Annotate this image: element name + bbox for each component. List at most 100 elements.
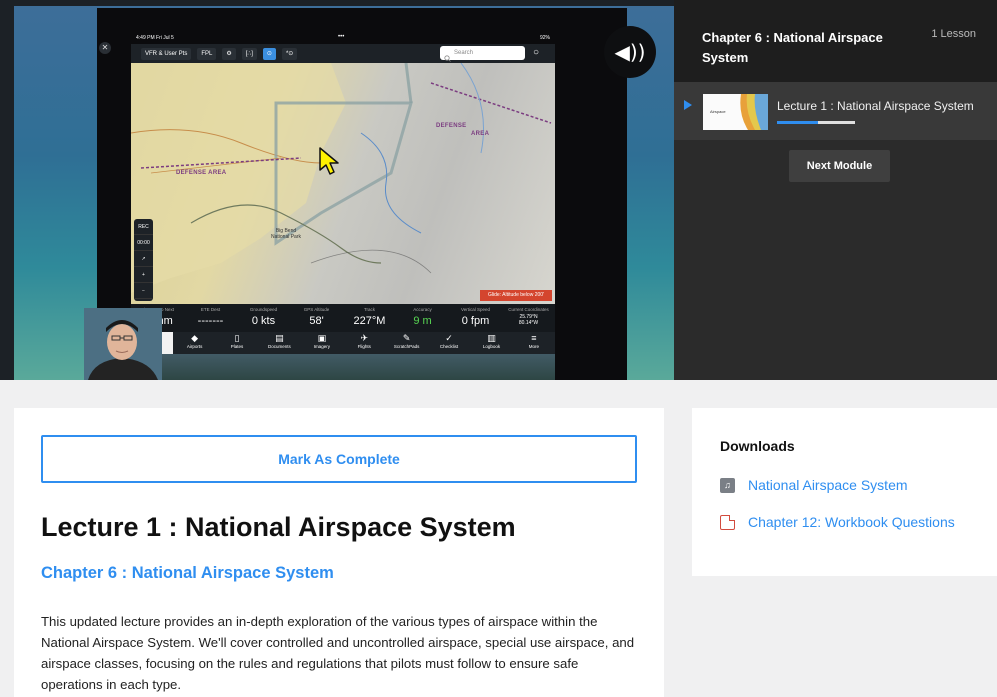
tab-label: Plates bbox=[230, 344, 244, 349]
instrument-value: 0 kts bbox=[251, 315, 276, 327]
ipad-multitask-icon: ••• bbox=[338, 34, 345, 40]
refresh-icon: ○ bbox=[533, 47, 540, 58]
lesson-thumbnail: Airspace bbox=[703, 94, 768, 130]
document-icon: ▤ bbox=[275, 333, 284, 343]
plate-icon: ▯ bbox=[234, 333, 240, 343]
instrument-label: Accuracy bbox=[413, 307, 432, 312]
map-label-area: AREA bbox=[471, 131, 490, 137]
pencil-icon: ✎ bbox=[402, 333, 411, 343]
presenter-webcam bbox=[84, 308, 162, 380]
lesson-progress-bar bbox=[777, 121, 855, 124]
instrument-label: ETE Dest bbox=[200, 307, 221, 312]
download-link[interactable]: Chapter 12: Workbook Questions bbox=[748, 514, 955, 530]
instrument-value: ------- bbox=[197, 315, 224, 327]
mouse-cursor-icon bbox=[318, 146, 340, 181]
ipad-tab-checklist: ✓ Checklist bbox=[428, 332, 470, 354]
lesson-count: 1 Lesson bbox=[931, 28, 976, 40]
speaker-icon: ◀)) bbox=[614, 40, 646, 64]
ipad-tab-logbook: ▥ Logbook bbox=[470, 332, 512, 354]
instrument-value: 25.79°N 80.14°W bbox=[518, 314, 539, 326]
instrument-groundspeed: Groundspeed 0 kts bbox=[237, 304, 290, 332]
next-module-button[interactable]: Next Module bbox=[789, 150, 890, 182]
tab-label: Flights bbox=[357, 344, 371, 349]
instrument-value: 9 m bbox=[413, 315, 432, 327]
map-label-park: Big Bend National Park bbox=[270, 228, 301, 240]
lecture-title: Lecture 1 : National Airspace System bbox=[41, 512, 516, 542]
record-label: REC bbox=[134, 219, 153, 235]
ipad-tab-airports: ◆ Airports bbox=[173, 332, 215, 354]
downloads-heading: Downloads bbox=[720, 438, 795, 454]
sidebar-header: Chapter 6 : National Airspace System 1 L… bbox=[674, 0, 997, 82]
ipad-tab-more: ≡ More bbox=[513, 332, 555, 354]
ipad-tab-imagery: ▣ Imagery bbox=[301, 332, 343, 354]
instrument-label: Groundspeed bbox=[249, 307, 278, 312]
fpl-button: FPL bbox=[197, 47, 217, 60]
close-icon: ✕ bbox=[99, 42, 111, 54]
imagery-icon: ▣ bbox=[317, 333, 327, 343]
instrument-ete: ETE Dest ------- bbox=[184, 304, 237, 332]
tab-label: Checklist bbox=[439, 344, 459, 349]
ipad-tab-bar: ⊞Maps ◆Airports ▯Plates ▤Documents ▣Imag… bbox=[131, 332, 555, 354]
instrument-gps-altitude: GPS Altitude 58' bbox=[290, 304, 343, 332]
ipad-tab-scratchpads: ✎ ScratchPads bbox=[385, 332, 427, 354]
chapter-title: Chapter 6 : National Airspace System bbox=[702, 30, 883, 65]
split-icon: [∴] bbox=[241, 47, 257, 60]
downloads-panel: Downloads ♫ National Airspace System Cha… bbox=[692, 408, 997, 576]
pdf-file-icon bbox=[720, 514, 735, 530]
ipad-search-field: Search bbox=[440, 46, 525, 60]
tab-label: Logbook bbox=[482, 344, 501, 349]
map-label-defense: DEFENSE bbox=[436, 123, 467, 129]
instrument-value: 227°M bbox=[353, 315, 386, 327]
instrument-label: Vertical Speed bbox=[460, 307, 491, 312]
map-label-defense-area: DEFENSE AREA bbox=[176, 170, 227, 176]
tab-label: Documents bbox=[268, 344, 291, 349]
audio-file-icon: ♫ bbox=[720, 477, 735, 493]
play-icon bbox=[684, 100, 692, 110]
glide-warning: Glide: Altitude below 200' bbox=[480, 290, 552, 301]
video-player[interactable]: ✕ 4:49 PM Fri Jul 5 ••• 92% VFR & User P… bbox=[0, 0, 674, 380]
track-up-icon: ⊙ bbox=[262, 47, 276, 60]
instrument-label: GPS Altitude bbox=[303, 307, 330, 312]
instrument-value: 58' bbox=[309, 315, 324, 327]
lesson-item[interactable]: Airspace Lecture 1 : National Airspace S… bbox=[674, 82, 997, 140]
check-icon: ✓ bbox=[445, 333, 453, 343]
lecture-description: This updated lecture provides an in-dept… bbox=[41, 614, 635, 692]
sectional-map: DEFENSE AREA DEFENSE AREA Big Bend Natio… bbox=[131, 63, 555, 304]
book-icon: ▥ bbox=[487, 333, 496, 343]
menu-icon: ≡ bbox=[531, 333, 537, 343]
instrument-vertical-speed: Vertical Speed 0 fpm bbox=[449, 304, 502, 332]
lesson-title: Lecture 1 : National Airspace System bbox=[777, 99, 974, 113]
ipad-battery: 92% bbox=[539, 35, 550, 41]
ipad-tab-flights: ✈ Flights bbox=[343, 332, 385, 354]
instrument-strip: Distance to Next 81 nm ETE Dest ------- … bbox=[131, 304, 555, 332]
airport-icon: ◆ bbox=[191, 333, 199, 343]
volume-button[interactable]: ◀)) bbox=[604, 26, 656, 78]
course-sidebar: Chapter 6 : National Airspace System 1 L… bbox=[674, 0, 997, 380]
lecture-content: Mark As Complete Lecture 1 : National Ai… bbox=[14, 408, 664, 697]
instrument-label: Current Coordinates bbox=[508, 307, 549, 312]
settings-icon: ⚙ bbox=[222, 47, 236, 60]
download-item-audio[interactable]: ♫ National Airspace System bbox=[720, 475, 908, 495]
thumbnail-text: Airspace bbox=[710, 109, 726, 114]
instrument-track: Track 227°M bbox=[343, 304, 396, 332]
instrument-coordinates: Current Coordinates 25.79°N 80.14°W bbox=[502, 304, 555, 332]
ipad-status-bar: 4:49 PM Fri Jul 5 ••• 92% bbox=[130, 34, 556, 44]
download-link[interactable]: National Airspace System bbox=[748, 477, 908, 493]
tab-label: Airports bbox=[186, 344, 203, 349]
zoom-out-icon: − bbox=[134, 283, 153, 299]
map-controls: REC 00:00 ↗ + − bbox=[134, 219, 153, 301]
layers-button: VFR & User Pts bbox=[141, 47, 192, 60]
download-item-pdf[interactable]: Chapter 12: Workbook Questions bbox=[720, 512, 955, 532]
ipad-time: 4:49 PM Fri Jul 5 bbox=[136, 35, 174, 41]
chapter-link[interactable]: Chapter 6 : National Airspace System bbox=[41, 564, 334, 583]
center-icon: *⊙ bbox=[281, 47, 298, 60]
progress-fill bbox=[777, 121, 818, 124]
flight-icon: ✈ bbox=[360, 333, 368, 343]
tab-label: ScratchPads bbox=[393, 344, 420, 349]
ipad-tab-documents: ▤ Documents bbox=[258, 332, 300, 354]
mark-as-complete-button[interactable]: Mark As Complete bbox=[41, 435, 637, 483]
zoom-in-icon: + bbox=[134, 267, 153, 283]
ownship-icon: ↗ bbox=[134, 251, 153, 267]
tab-label: More bbox=[528, 344, 539, 349]
instrument-accuracy: Accuracy 9 m bbox=[396, 304, 449, 332]
